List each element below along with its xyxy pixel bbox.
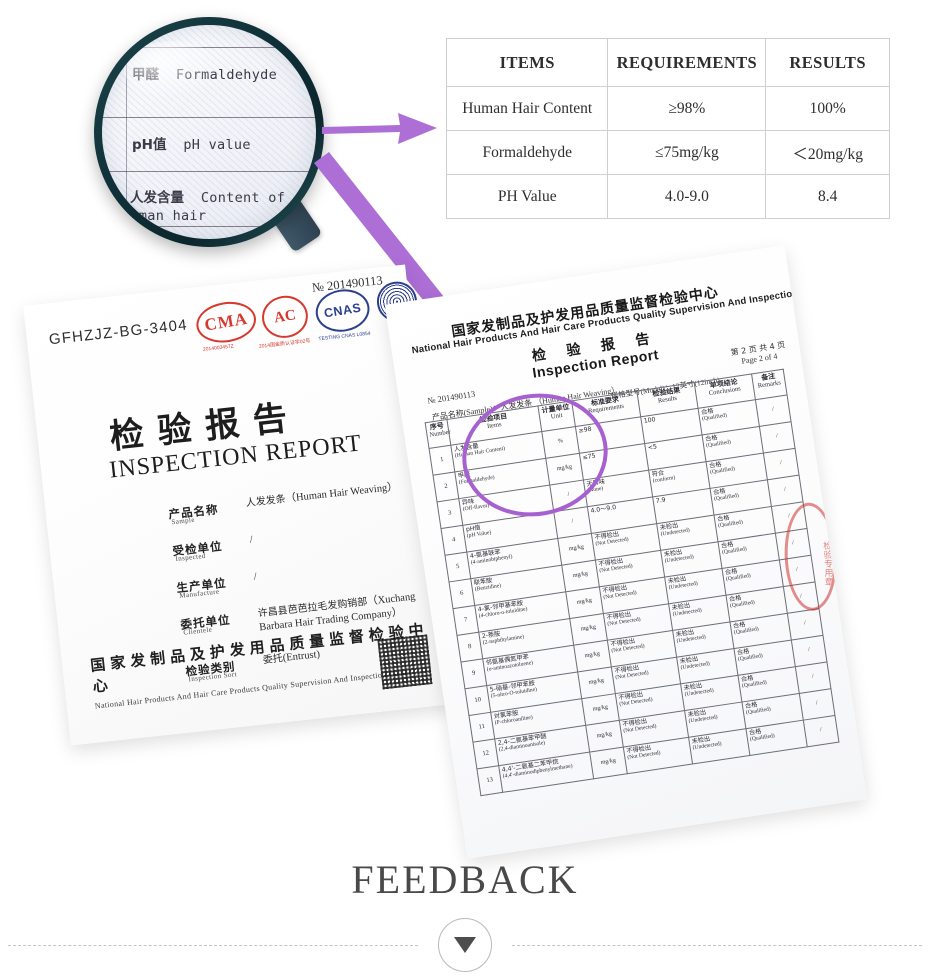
section-divider — [0, 918, 930, 974]
field-value-en: / — [249, 534, 254, 546]
cell-item: Formaldehyde — [445, 130, 609, 175]
lens-label-en: pH value — [183, 137, 251, 153]
cnas-seal-icon: CNAS — [312, 285, 373, 336]
lens-table-hline — [102, 117, 316, 118]
column-header-requirements: REQUIREMENTS — [607, 38, 767, 87]
accreditation-seals: CMA 2014003457Z AC 2014国金质认证字02号 CNAS TE… — [193, 278, 420, 367]
cell-item: PH Value — [445, 174, 609, 219]
divider-line-left — [8, 945, 418, 946]
lens-row-ph-value: pH值 pH value — [132, 133, 251, 153]
field-value: 人发发条（Human Hair Weaving） — [245, 481, 398, 512]
lens-table-vline — [126, 25, 127, 239]
arrow-to-results-table — [322, 113, 437, 144]
magnifier-lens: 甲醛 Formaldehyde pH值 pH value 人发含量 Conten… — [102, 25, 316, 239]
cell-requirement: 4.0-9.0 — [607, 174, 767, 219]
field-value-en: / — [253, 571, 258, 583]
cell-requirement: ≥98% — [607, 86, 767, 131]
lens-label-en: Content of — [200, 190, 286, 206]
table-row: Formaldehyde ≤75mg/kg ＜20mg/kg — [445, 130, 890, 175]
qr-code — [377, 634, 433, 690]
cell-result: 100% — [765, 86, 890, 131]
lens-table-hline — [126, 47, 316, 48]
report-code: GFHZJZ-BG-3404 — [48, 316, 189, 349]
lens-label-cn: pH值 — [132, 137, 167, 153]
lens-row-hair-content-cont: human hair — [122, 208, 207, 224]
cell-result: 8.4 — [765, 174, 890, 219]
field-label-en: Inspected — [175, 551, 207, 564]
lens-label-en: Formaldehyde — [175, 67, 277, 83]
lens-table-hline — [152, 226, 270, 227]
cma-seal-icon: CMA — [193, 297, 260, 347]
lens-label-cn: 人发含量 — [130, 190, 184, 206]
cma-seal-subtext: 2014003457Z — [202, 343, 235, 353]
field-label-en: Sample — [171, 515, 196, 527]
chevron-down-icon — [454, 937, 476, 953]
field-label-en: Clientele — [183, 625, 213, 637]
cal-seal-subtext: 2014国金质认证字02号 — [258, 338, 311, 350]
divider-line-right — [512, 945, 922, 946]
cell-remark: / — [803, 715, 839, 747]
table-row: PH Value 4.0-9.0 8.4 — [445, 174, 890, 219]
scroll-down-button[interactable] — [438, 918, 492, 972]
magnified-document-excerpt: 甲醛 Formaldehyde pH值 pH value 人发含量 Conten… — [102, 25, 316, 239]
inspection-report-cover-page: GFHZJZ-BG-3404 № 201490113 CMA 201400345… — [23, 264, 453, 746]
lens-table-hline — [102, 171, 316, 172]
cell-unit: mg/kg — [589, 747, 628, 779]
magnifier-rim: 甲醛 Formaldehyde pH值 pH value 人发含量 Conten… — [94, 17, 324, 247]
cell-item: Human Hair Content — [445, 86, 609, 131]
lens-row-formaldehyde: 甲醛 Formaldehyde — [132, 63, 277, 83]
column-header-items: ITEMS — [445, 38, 609, 87]
table-header-row: ITEMS REQUIREMENTS RESULTS — [445, 38, 890, 87]
field-manufacture: 生产单位 Manufacture / — [176, 551, 436, 599]
column-header-results: RESULTS — [765, 38, 890, 87]
cnas-seal-subtext: TESTING CNAS L0854 — [318, 330, 371, 343]
feedback-section: ITEMS REQUIREMENTS RESULTS Human Hair Co… — [0, 0, 930, 978]
magnifying-glass-icon: 甲醛 Formaldehyde pH值 pH value 人发含量 Conten… — [94, 17, 324, 253]
table-row: Human Hair Content ≥98% 100% — [445, 86, 890, 131]
cal-seal-icon: AC — [258, 292, 312, 342]
results-summary-table: ITEMS REQUIREMENTS RESULTS Human Hair Co… — [445, 38, 890, 219]
field-value-cn: 人发发条 — [245, 493, 287, 510]
lens-row-hair-content: 人发含量 Content of — [130, 186, 285, 206]
inspection-report-page-2: 国家发制品及护发用品质量监督检验中心 National Hair Product… — [384, 245, 868, 859]
lens-label-cn: 甲醛 — [132, 67, 159, 83]
cell-result: ＜20mg/kg — [765, 130, 890, 175]
feedback-heading: FEEDBACK — [351, 857, 579, 902]
report-page-number: 第 2 页 共 4 页 Page 2 of 4 — [730, 340, 787, 368]
field-value-en: （Human Hair Weaving） — [285, 481, 399, 505]
field-sample: 产品名称 Sample 人发发条（Human Hair Weaving） — [168, 478, 428, 527]
field-inspected: 受检单位 Inspected / — [172, 514, 432, 564]
cell-requirement: ≤75mg/kg — [607, 130, 767, 175]
report-number: № 201490113 — [426, 388, 476, 406]
